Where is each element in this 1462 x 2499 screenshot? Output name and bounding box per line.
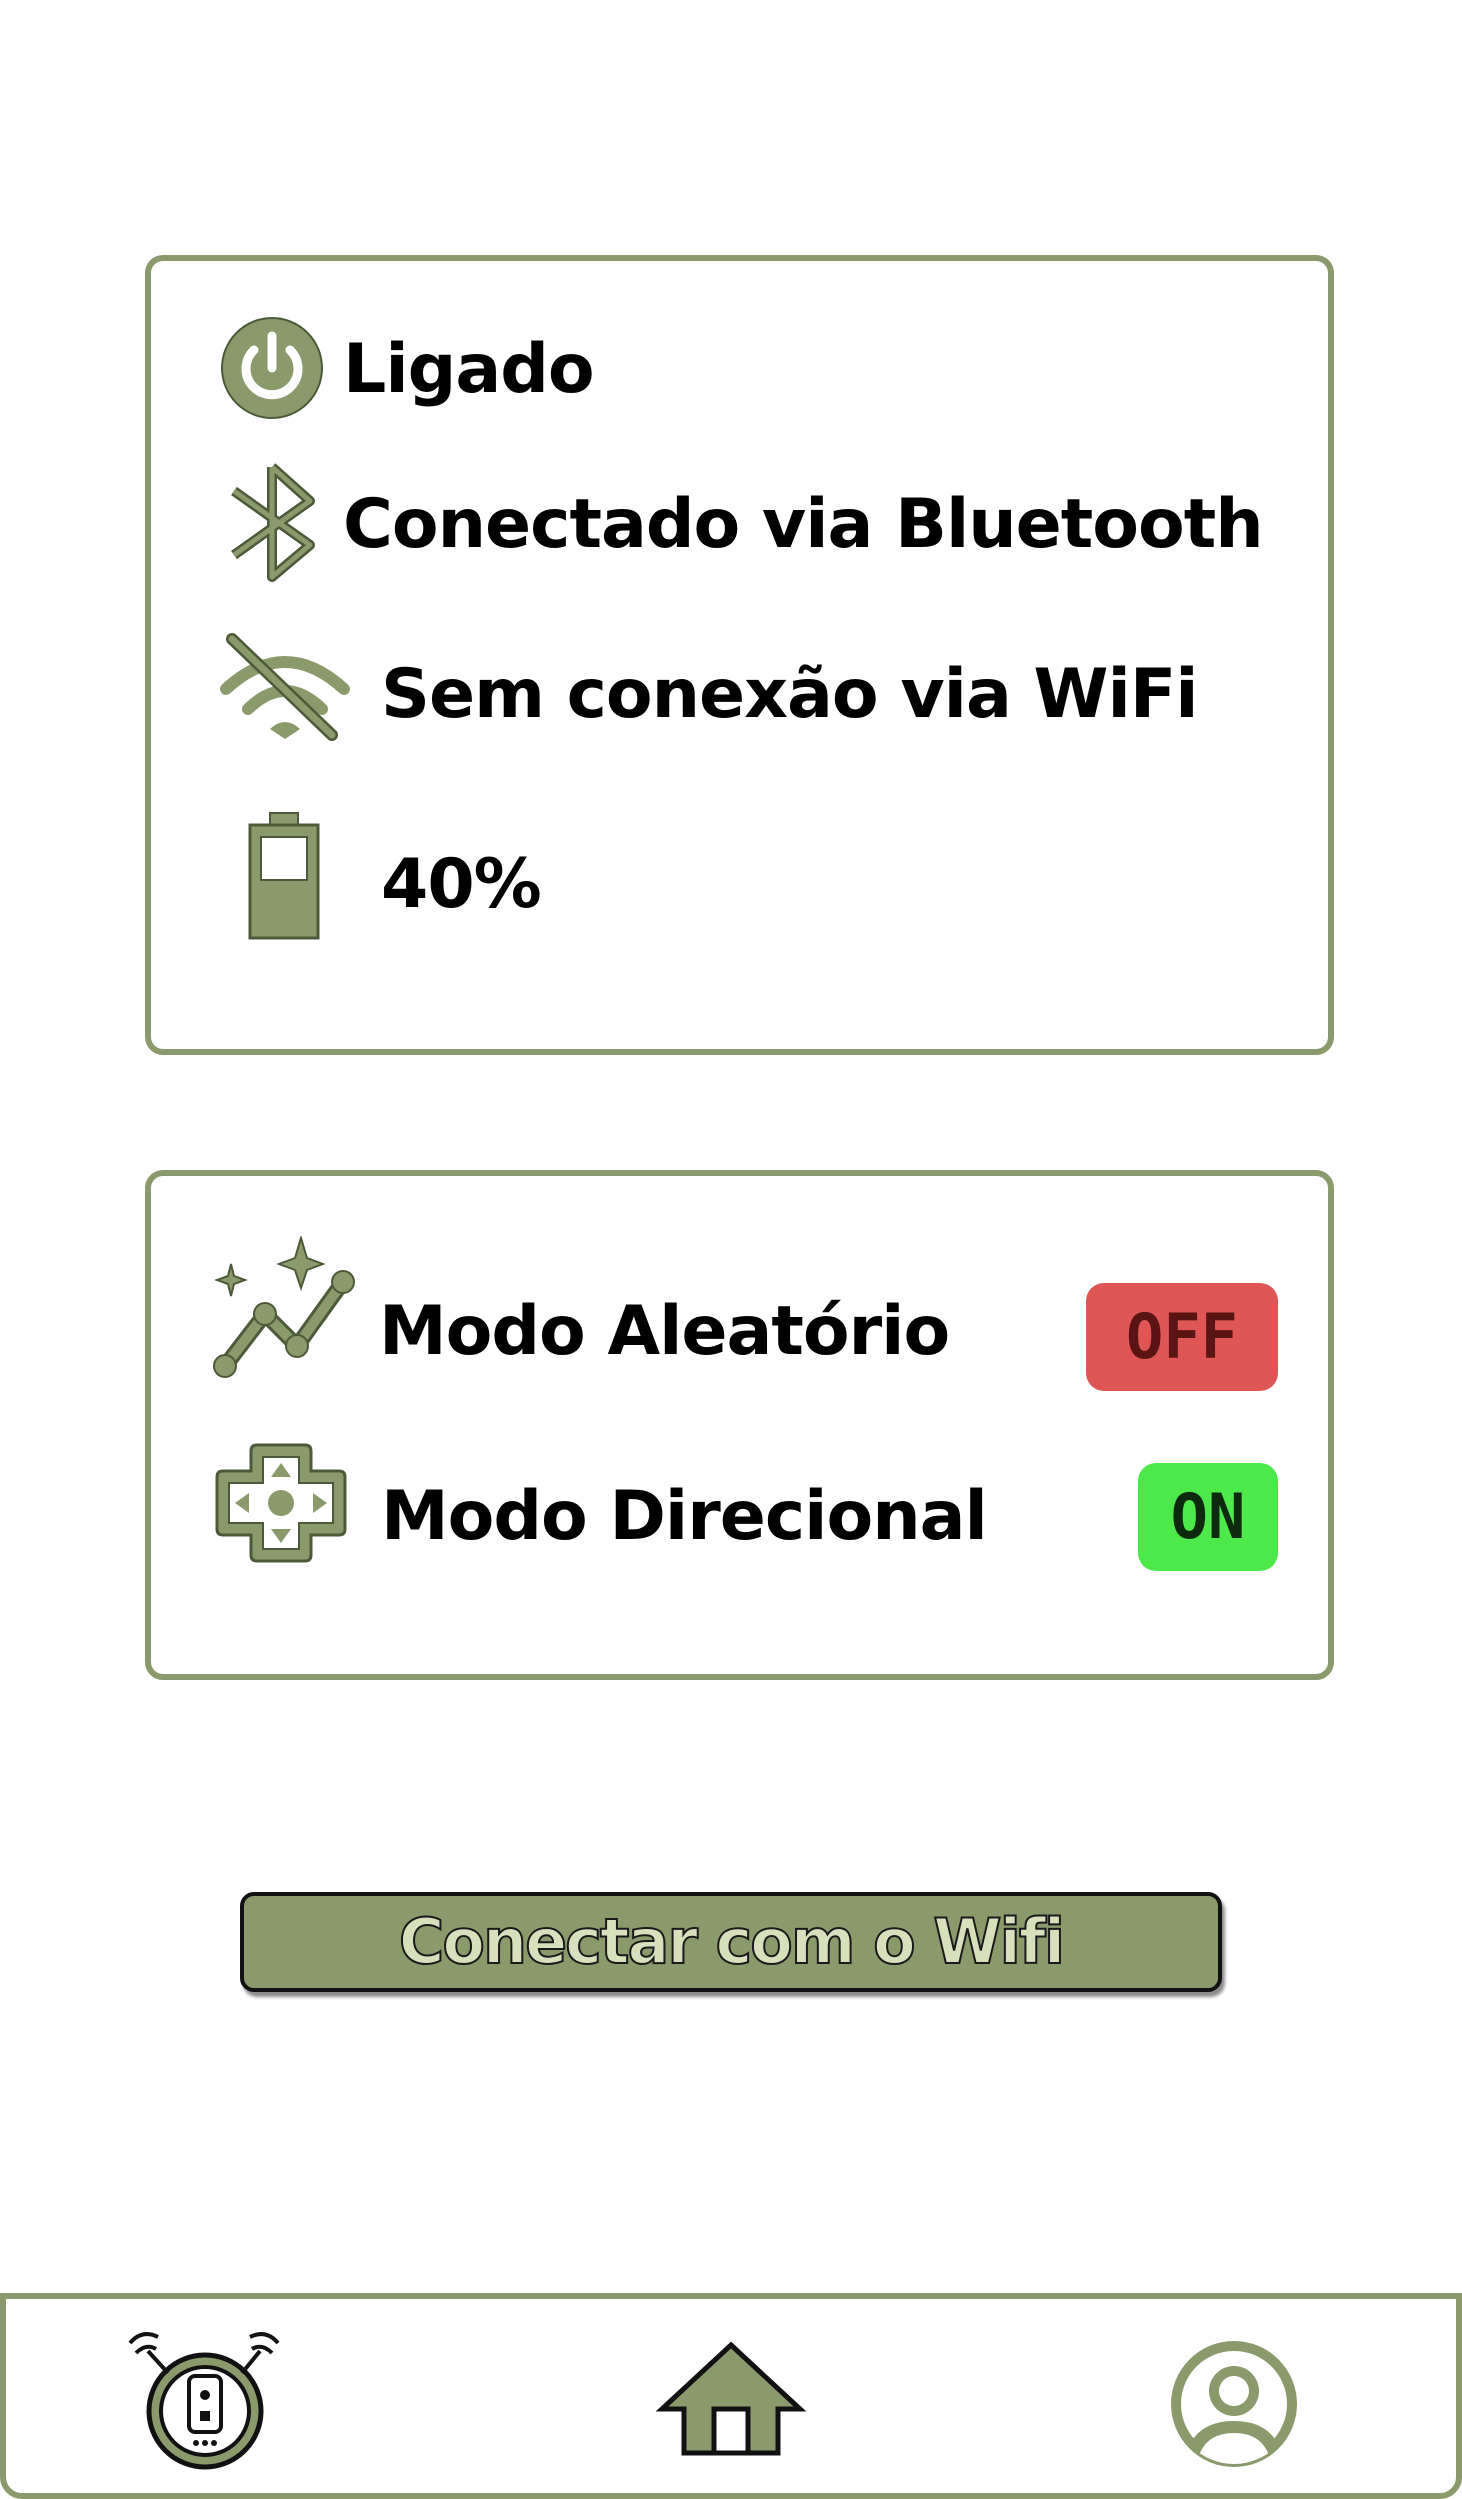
power-icon (221, 317, 323, 419)
connect-wifi-button[interactable]: Conectar com o Wifi (240, 1892, 1222, 1992)
wifi-off-icon (220, 633, 350, 741)
directional-mode-label: Modo Direcional (381, 1477, 988, 1556)
wifi-status-label: Sem conexão via WiFi (381, 655, 1199, 734)
random-mode-label: Modo Aleatório (379, 1292, 950, 1371)
home-icon[interactable] (656, 2339, 806, 2459)
robot-vacuum-icon[interactable] (124, 2331, 284, 2481)
random-mode-toggle[interactable]: OFF (1086, 1283, 1278, 1391)
bottom-nav (0, 2293, 1462, 2499)
battery-icon (248, 812, 320, 940)
dpad-icon (215, 1443, 347, 1563)
bluetooth-icon (231, 463, 315, 582)
modes-card: Modo Aleatório OFF Modo Direcional ON (145, 1170, 1334, 1680)
status-card: Ligado Conectado via Bluetooth Sem conex… (145, 255, 1334, 1055)
power-status-label: Ligado (343, 330, 595, 409)
random-path-icon (213, 1236, 355, 1378)
bluetooth-status-label: Conectado via Bluetooth (343, 485, 1264, 564)
battery-level-label: 40% (381, 845, 542, 924)
user-icon[interactable] (1163, 2339, 1305, 2469)
directional-mode-toggle[interactable]: ON (1138, 1463, 1278, 1571)
